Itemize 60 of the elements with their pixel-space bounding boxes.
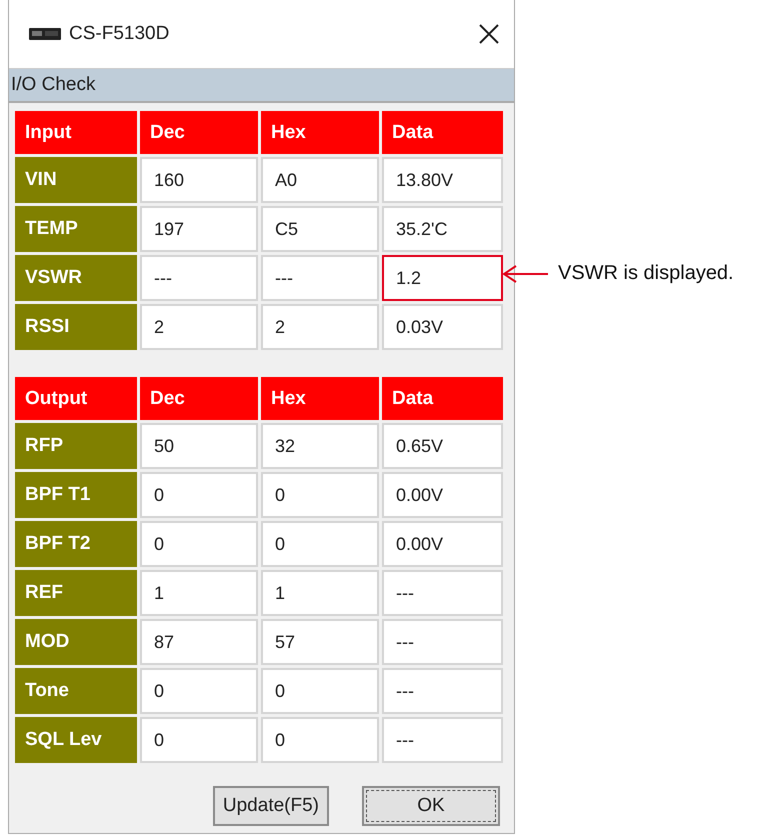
row-label: BPF T2 <box>15 521 137 567</box>
table-cell: 0 <box>261 521 379 567</box>
row-label: MOD <box>15 619 137 665</box>
ok-button[interactable]: OK <box>362 786 500 826</box>
table-cell: --- <box>261 255 379 301</box>
table-cell: 0 <box>261 668 379 714</box>
table-cell: 1 <box>261 570 379 616</box>
row-label: RFP <box>15 423 137 469</box>
table-cell: 0.65V <box>382 423 503 469</box>
column-header: Output <box>15 377 137 420</box>
table-cell: 50 <box>140 423 258 469</box>
table-cell: 0.00V <box>382 521 503 567</box>
update-button[interactable]: Update(F5) <box>212 786 329 826</box>
table-cell: 0 <box>261 472 379 518</box>
table-cell: 13.80V <box>382 157 503 203</box>
table-cell: C5 <box>261 206 379 252</box>
table-cell: 32 <box>261 423 379 469</box>
column-header: Data <box>382 377 503 420</box>
column-header: Data <box>382 111 503 154</box>
row-label: BPF T1 <box>15 472 137 518</box>
table-cell: 0.00V <box>382 472 503 518</box>
row-label: VSWR <box>15 255 137 301</box>
close-icon[interactable] <box>478 23 500 45</box>
row-label: VIN <box>15 157 137 203</box>
column-header: Hex <box>261 377 379 420</box>
table-cell: 57 <box>261 619 379 665</box>
table-cell: A0 <box>261 157 379 203</box>
column-header: Hex <box>261 111 379 154</box>
table-cell: 2 <box>261 304 379 350</box>
table-cell: 0 <box>140 717 258 763</box>
radio-device-icon <box>29 28 61 40</box>
row-label: SQL Lev <box>15 717 137 763</box>
arrow-icon <box>502 264 548 284</box>
table-cell: 35.2'C <box>382 206 503 252</box>
section-header: I/O Check <box>9 69 514 103</box>
annotation-text: VSWR is displayed. <box>558 262 734 285</box>
column-header: Dec <box>140 377 258 420</box>
row-label: TEMP <box>15 206 137 252</box>
column-header: Dec <box>140 111 258 154</box>
table-cell: 197 <box>140 206 258 252</box>
row-label: RSSI <box>15 304 137 350</box>
table-cell: --- <box>140 255 258 301</box>
table-cell: --- <box>382 570 503 616</box>
table-cell: 0 <box>140 668 258 714</box>
table-cell: 1.2 <box>382 255 503 301</box>
table-cell: --- <box>382 717 503 763</box>
table-cell: 160 <box>140 157 258 203</box>
window-title: CS-F5130D <box>69 23 170 45</box>
table-cell: --- <box>382 619 503 665</box>
row-label: REF <box>15 570 137 616</box>
table-cell: --- <box>382 668 503 714</box>
table-cell: 2 <box>140 304 258 350</box>
table-cell: 0 <box>261 717 379 763</box>
table-cell: 0 <box>140 472 258 518</box>
row-label: Tone <box>15 668 137 714</box>
table-cell: 0.03V <box>382 304 503 350</box>
table-cell: 87 <box>140 619 258 665</box>
column-header: Input <box>15 111 137 154</box>
table-cell: 1 <box>140 570 258 616</box>
table-cell: 0 <box>140 521 258 567</box>
